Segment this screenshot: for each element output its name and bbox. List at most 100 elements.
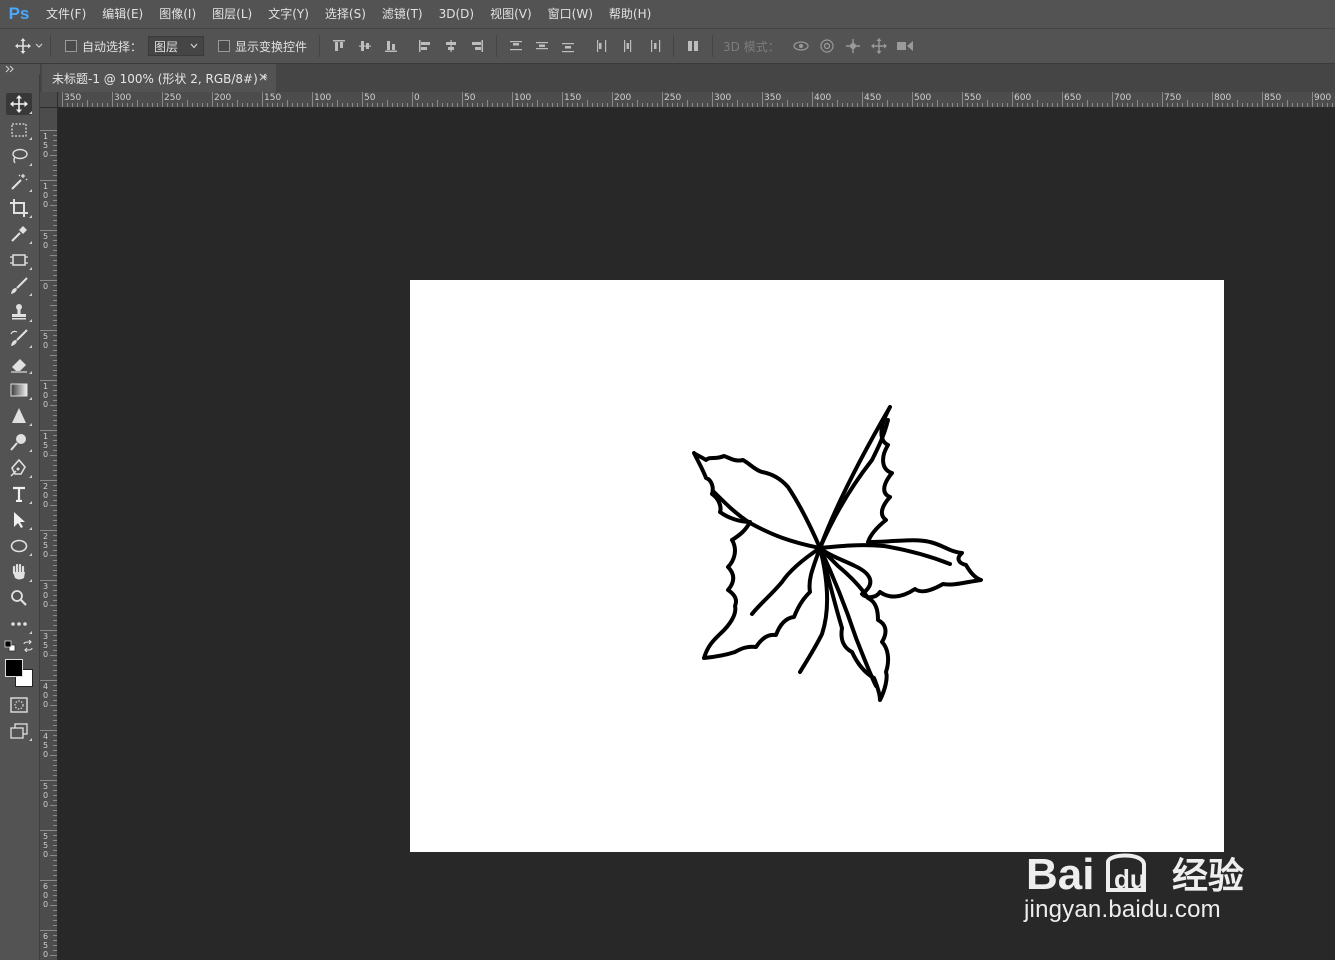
- ruler-minor-tick: [53, 790, 57, 791]
- move-tool-preset-icon[interactable]: [14, 28, 44, 64]
- gradient-tool[interactable]: [6, 379, 32, 401]
- eraser-tool[interactable]: [6, 353, 32, 375]
- watermark-url: jingyan.baidu.com: [1024, 896, 1221, 923]
- ruler-minor-tick: [53, 675, 57, 676]
- horizontal-ruler[interactable]: 350 300 250 200 150 100 50 0 50 100 150 200 250 300 35…: [58, 92, 1335, 108]
- align-hcenter-icon[interactable]: [438, 28, 464, 64]
- ruler-minor-tick: [50, 255, 57, 256]
- ruler-minor-tick: [817, 103, 818, 107]
- ruler-minor-tick: [682, 103, 683, 107]
- ruler-minor-tick: [237, 100, 238, 107]
- ruler-minor-tick: [992, 103, 993, 107]
- ruler-minor-tick: [227, 103, 228, 107]
- menu-file[interactable]: 文件(F): [38, 0, 94, 28]
- align-bottom-icon[interactable]: [378, 28, 404, 64]
- align-top-icon[interactable]: [326, 28, 352, 64]
- distribute-hcenter-icon[interactable]: [615, 28, 641, 64]
- checkbox-box[interactable]: [218, 40, 231, 52]
- show-transform-checkbox[interactable]: 显示变换控件: [218, 38, 307, 55]
- auto-select-checkbox[interactable]: 自动选择：: [65, 38, 142, 55]
- align-vcenter-icon[interactable]: [352, 28, 378, 64]
- ruler-minor-tick: [132, 103, 133, 107]
- ruler-minor-tick: [53, 735, 57, 736]
- distribute-vcenter-icon[interactable]: [529, 28, 555, 64]
- ruler-minor-tick: [1027, 103, 1028, 107]
- quick-mask-button[interactable]: [6, 694, 32, 716]
- ruler-minor-tick: [53, 595, 57, 596]
- 3d-orbit-icon[interactable]: [788, 28, 814, 64]
- sharpen-tool[interactable]: [6, 405, 32, 427]
- divider: [712, 35, 714, 57]
- lasso-tool[interactable]: [6, 145, 32, 167]
- brush-tool[interactable]: [6, 275, 32, 297]
- menu-select[interactable]: 选择(S): [317, 0, 374, 28]
- ruler-minor-tick: [50, 305, 57, 306]
- stamp-tool[interactable]: [6, 301, 32, 323]
- checkbox-box[interactable]: [65, 40, 77, 52]
- distribute-bottom-icon[interactable]: [555, 28, 581, 64]
- menu-view[interactable]: 视图(V): [482, 0, 540, 28]
- pen-tool[interactable]: [6, 457, 32, 479]
- frame-tool[interactable]: [6, 249, 32, 271]
- magic-wand-tool[interactable]: [6, 171, 32, 193]
- arrow-select-icon: [14, 512, 25, 528]
- marquee-tool[interactable]: [6, 119, 32, 141]
- align-left-icon[interactable]: [412, 28, 438, 64]
- app-logo[interactable]: Ps: [0, 0, 38, 28]
- menu-help[interactable]: 帮助(H): [601, 0, 659, 28]
- screen-mode-button[interactable]: [6, 720, 32, 742]
- 3d-scale-icon[interactable]: [892, 28, 918, 64]
- crop-tool[interactable]: [6, 197, 32, 219]
- ruler-major-tick: [462, 92, 463, 107]
- ruler-minor-tick: [53, 375, 57, 376]
- ruler-label: 650: [1064, 93, 1082, 103]
- ellipse-tool[interactable]: [6, 535, 32, 557]
- move-tool[interactable]: [6, 93, 32, 115]
- swap-colors-icon[interactable]: [22, 639, 34, 653]
- vertical-ruler[interactable]: 1501005005010015020025030035040045050055…: [40, 108, 58, 960]
- frame-icon: [10, 254, 28, 266]
- 3d-pan-icon[interactable]: [840, 28, 866, 64]
- menu-window[interactable]: 窗口(W): [540, 0, 601, 28]
- leaf-star-shape[interactable]: [410, 280, 1224, 852]
- 3d-slide-icon[interactable]: [866, 28, 892, 64]
- ruler-origin[interactable]: [40, 92, 58, 108]
- path-selection-tool[interactable]: [6, 509, 32, 531]
- document-tab[interactable]: 未标题-1 @ 100% (形状 2, RGB/8#) * ×: [42, 64, 276, 92]
- auto-select-dropdown[interactable]: 图层: [148, 36, 205, 56]
- more-tools[interactable]: [6, 613, 32, 635]
- ruler-minor-tick: [537, 100, 538, 107]
- distribute-right-icon[interactable]: [641, 28, 667, 64]
- document-tab-title: 未标题-1 @ 100% (形状 2, RGB/8#) *: [52, 71, 268, 86]
- document-canvas[interactable]: [410, 280, 1224, 852]
- ruler-minor-tick: [502, 103, 503, 107]
- panel-collapse-toggle[interactable]: [0, 64, 40, 74]
- ruler-minor-tick: [182, 103, 183, 107]
- menu-type[interactable]: 文字(Y): [260, 0, 317, 28]
- distribute-left-icon[interactable]: [589, 28, 615, 64]
- auto-align-icon[interactable]: [680, 28, 706, 64]
- menu-filter[interactable]: 滤镜(T): [374, 0, 431, 28]
- menu-edit[interactable]: 编辑(E): [94, 0, 151, 28]
- default-colors-icon[interactable]: [4, 640, 16, 652]
- dodge-tool[interactable]: [6, 431, 32, 453]
- 3d-roll-icon[interactable]: [814, 28, 840, 64]
- eyedropper-tool[interactable]: [6, 223, 32, 245]
- type-tool[interactable]: [6, 483, 32, 505]
- ruler-minor-tick: [1067, 103, 1068, 107]
- close-icon[interactable]: ×: [258, 70, 268, 84]
- ruler-minor-tick: [887, 100, 888, 107]
- align-right-icon[interactable]: [464, 28, 490, 64]
- menu-3d[interactable]: 3D(D): [431, 0, 482, 28]
- menu-image[interactable]: 图像(I): [151, 0, 204, 28]
- ruler-minor-tick: [53, 570, 57, 571]
- distribute-top-icon[interactable]: [503, 28, 529, 64]
- foreground-color-swatch[interactable]: [5, 659, 23, 677]
- ruler-label: 600: [1014, 93, 1032, 103]
- ruler-label: 300: [714, 93, 732, 103]
- menu-layer[interactable]: 图层(L): [204, 0, 260, 28]
- divider: [496, 35, 498, 57]
- history-brush-tool[interactable]: [6, 327, 32, 349]
- hand-tool[interactable]: [6, 561, 32, 583]
- zoom-tool[interactable]: [6, 587, 32, 609]
